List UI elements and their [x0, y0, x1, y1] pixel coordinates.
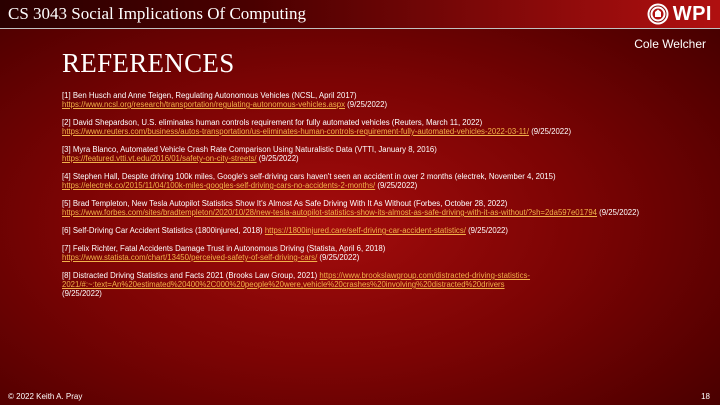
reference-accessed-date: (9/25/2022) [258, 154, 299, 163]
reference-item: [1] Ben Husch and Anne Teigen, Regulatin… [62, 91, 662, 109]
reference-accessed-date: (9/25/2022) [377, 181, 418, 190]
reference-link[interactable]: https://www.statista.com/chart/13450/per… [62, 253, 317, 262]
course-title: CS 3043 Social Implications Of Computing [8, 4, 306, 23]
title-bar: CS 3043 Social Implications Of Computing… [0, 0, 720, 29]
reference-citation: [6] Self-Driving Car Accident Statistics… [62, 226, 263, 235]
reference-accessed-date: (9/25/2022) [347, 100, 388, 109]
reference-citation: [5] Brad Templeton, New Tesla Autopilot … [62, 199, 508, 208]
reference-link[interactable]: https://featured.vtti.vt.edu/2016/01/saf… [62, 154, 257, 163]
reference-citation: [1] Ben Husch and Anne Teigen, Regulatin… [62, 91, 357, 100]
reference-accessed-date: (9/25/2022) [62, 289, 102, 298]
reference-citation: [4] Stephen Hall, Despite driving 100k m… [62, 172, 556, 181]
reference-accessed-date: (9/25/2022) [319, 253, 360, 262]
slide: CS 3043 Social Implications Of Computing… [0, 0, 720, 405]
wpi-logo: WPI [647, 2, 712, 26]
reference-item: [8] Distracted Driving Statistics and Fa… [62, 271, 662, 298]
reference-citation: [3] Myra Blanco, Automated Vehicle Crash… [62, 145, 437, 154]
reference-link[interactable]: https://www.reuters.com/business/autos-t… [62, 127, 529, 136]
reference-accessed-date: (9/25/2022) [599, 208, 640, 217]
wpi-seal-icon [647, 3, 669, 25]
author-name: Cole Welcher [634, 37, 706, 51]
logo-text: WPI [672, 2, 712, 25]
reference-link[interactable]: https://www.forbes.com/sites/bradtemplet… [62, 208, 597, 217]
reference-link[interactable]: https://1800injured.care/self-driving-ca… [265, 226, 466, 235]
reference-item: [3] Myra Blanco, Automated Vehicle Crash… [62, 145, 662, 163]
reference-link[interactable]: https://electrek.co/2015/11/04/100k-mile… [62, 181, 375, 190]
reference-link[interactable]: https://www.ncsl.org/research/transporta… [62, 100, 345, 109]
reference-item: [5] Brad Templeton, New Tesla Autopilot … [62, 199, 662, 217]
reference-citation: [7] Felix Richter, Fatal Accidents Damag… [62, 244, 386, 253]
reference-item: [2] David Shepardson, U.S. eliminates hu… [62, 118, 662, 136]
reference-item: [6] Self-Driving Car Accident Statistics… [62, 226, 662, 235]
reference-item: [7] Felix Richter, Fatal Accidents Damag… [62, 244, 662, 262]
footer-copyright: © 2022 Keith A. Pray [8, 392, 83, 401]
reference-citation: [2] David Shepardson, U.S. eliminates hu… [62, 118, 483, 127]
reference-accessed-date: (9/25/2022) [468, 226, 508, 235]
reference-list: [1] Ben Husch and Anne Teigen, Regulatin… [62, 91, 662, 307]
reference-item: [4] Stephen Hall, Despite driving 100k m… [62, 172, 662, 190]
reference-citation: [8] Distracted Driving Statistics and Fa… [62, 271, 318, 280]
reference-accessed-date: (9/25/2022) [531, 127, 572, 136]
page-title: REFERENCES [62, 48, 235, 78]
slide-number: 18 [701, 392, 710, 401]
